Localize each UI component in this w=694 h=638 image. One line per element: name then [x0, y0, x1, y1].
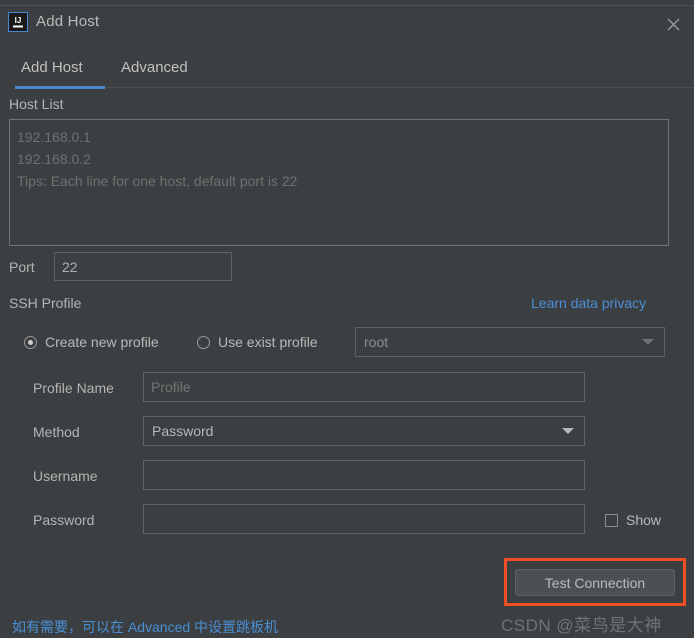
port-label: Port [9, 259, 35, 275]
method-value: Password [152, 423, 214, 439]
host-list-label: Host List [9, 96, 64, 112]
radio-create-new-profile-label: Create new profile [45, 334, 159, 350]
close-icon[interactable] [656, 10, 690, 38]
add-host-dialog: IJ Add Host Add Host Advanced Host List … [0, 5, 694, 638]
tab-baseline [105, 87, 694, 88]
tab-advanced[interactable]: Advanced [121, 54, 188, 81]
radio-create-new-profile-indicator [24, 335, 37, 349]
learn-data-privacy-link[interactable]: Learn data privacy [531, 295, 646, 311]
test-connection-button[interactable]: Test Connection [515, 569, 675, 596]
advanced-hint-link[interactable]: 如有需要，可以在 Advanced 中设置跳板机 [12, 617, 278, 637]
radio-use-exist-profile-label: Use exist profile [218, 334, 318, 350]
profile-name-input[interactable]: Profile [143, 372, 585, 402]
username-input[interactable] [143, 460, 585, 490]
username-label: Username [33, 468, 98, 484]
port-input[interactable]: 22 [54, 252, 232, 281]
method-label: Method [33, 424, 80, 440]
password-input[interactable] [143, 504, 585, 534]
profile-name-label: Profile Name [33, 380, 114, 396]
host-list-textarea[interactable]: 192.168.0.1 192.168.0.2 Tips: Each line … [9, 119, 669, 246]
ssh-profile-section-label: SSH Profile [9, 295, 82, 311]
show-password-label: Show [626, 512, 662, 528]
profile-name-placeholder: Profile [151, 379, 191, 395]
radio-use-exist-profile[interactable]: Use exist profile [197, 334, 318, 350]
existing-profile-select[interactable]: root [355, 327, 665, 357]
tab-active-underline [15, 86, 105, 89]
radio-use-exist-profile-indicator [197, 335, 210, 349]
radio-create-new-profile[interactable]: Create new profile [24, 334, 159, 350]
method-select[interactable]: Password [143, 416, 585, 446]
password-label: Password [33, 512, 95, 528]
port-value: 22 [62, 258, 78, 275]
dialog-titlebar: IJ Add Host [0, 6, 694, 41]
show-password-checkbox-box [605, 513, 618, 527]
dialog-tabs: Add Host Advanced [0, 54, 694, 91]
csdn-watermark: CSDN @菜鸟是大神 [501, 616, 662, 635]
chevron-down-icon [562, 428, 574, 434]
dialog-title: Add Host [36, 13, 100, 30]
tab-add-host[interactable]: Add Host [21, 54, 83, 81]
show-password-checkbox[interactable]: Show [605, 512, 661, 528]
host-list-placeholder: 192.168.0.1 192.168.0.2 Tips: Each line … [17, 129, 298, 189]
svg-text:IJ: IJ [15, 16, 22, 25]
existing-profile-value: root [364, 334, 389, 350]
chevron-down-icon [642, 339, 654, 345]
intellij-idea-icon: IJ [8, 12, 28, 32]
